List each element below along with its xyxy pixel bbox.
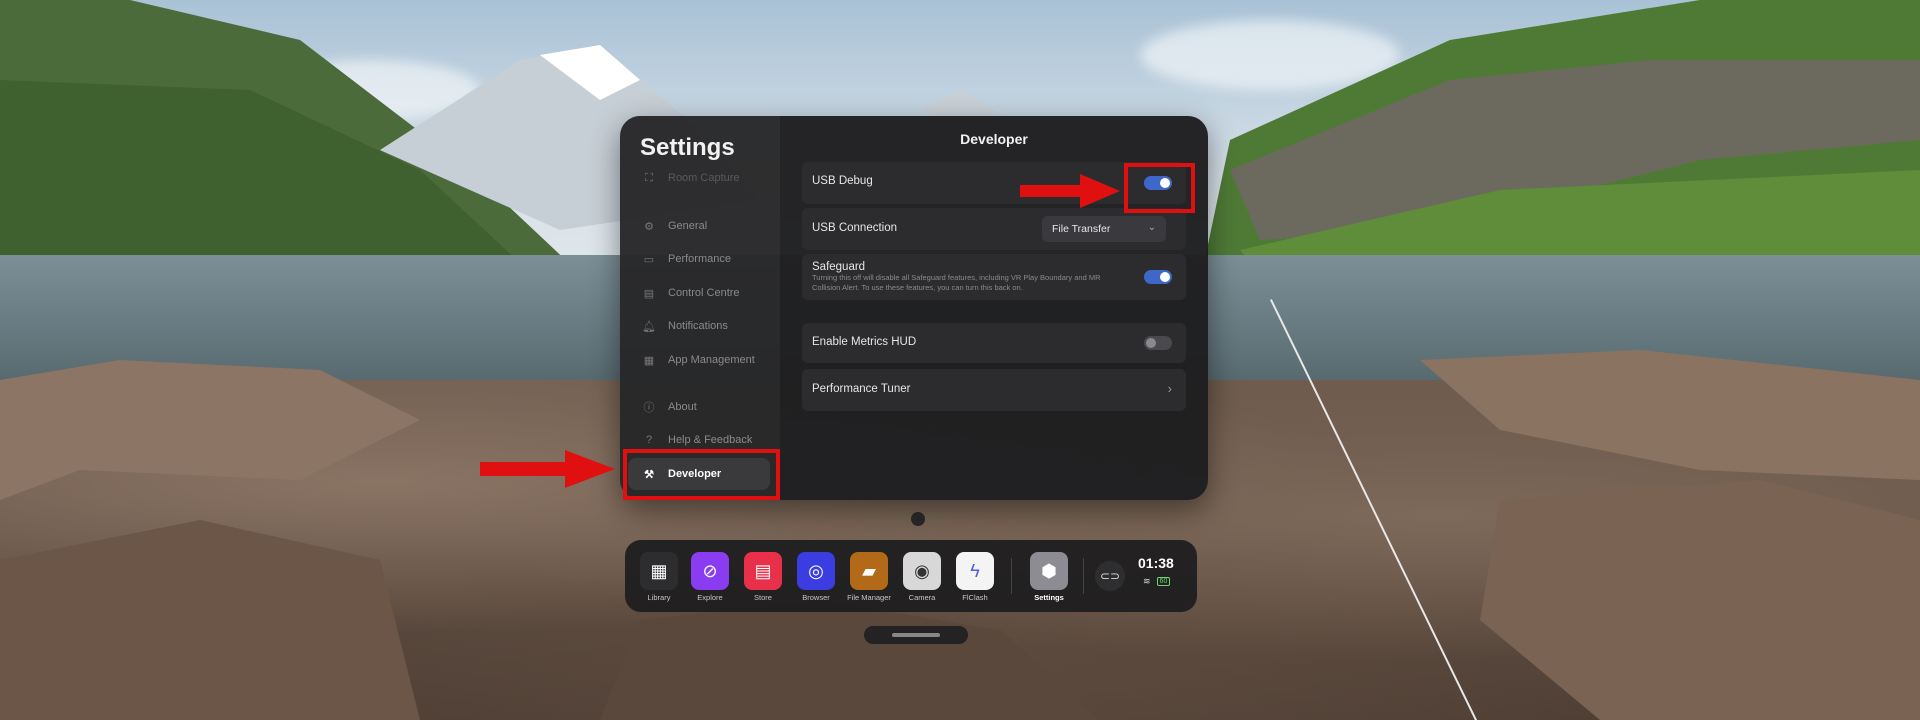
- store-icon: ▤: [744, 552, 782, 590]
- app-label: Settings: [1034, 593, 1064, 602]
- sidebar-item-room-capture[interactable]: ⛶ Room Capture: [628, 162, 770, 194]
- safeguard-description: Turning this off will disable all Safegu…: [812, 273, 1101, 292]
- sidebar-item-label: Control Centre: [668, 287, 740, 299]
- safeguard-row: Safeguard Turning this off will disable …: [802, 254, 1186, 300]
- browser-icon: ◎: [797, 552, 835, 590]
- status-indicators: ≋ 60: [1143, 576, 1171, 587]
- sidebar-item-performance[interactable]: ▭ Performance: [628, 243, 770, 275]
- sidebar-item-about[interactable]: ⓘ About: [628, 391, 770, 423]
- flclash-icon: ϟ: [956, 552, 994, 590]
- dock-app-settings[interactable]: ⬢ Settings: [1027, 552, 1071, 602]
- performance-icon: ▭: [643, 253, 655, 266]
- bell-icon: 🔔︎: [642, 320, 656, 333]
- info-icon: ⓘ: [643, 402, 655, 414]
- app-label: Camera: [908, 593, 936, 602]
- dock-app-camera[interactable]: ◉ Camera: [900, 552, 944, 602]
- app-label: File Manager: [847, 593, 891, 602]
- library-icon: ▦: [640, 552, 678, 590]
- toggle-knob: [1160, 272, 1170, 282]
- dock-app-explore[interactable]: ⊘ Explore: [688, 552, 732, 602]
- window-anchor: [911, 512, 925, 526]
- camera-icon: ◉: [903, 552, 941, 590]
- chevron-right-icon: ›: [1167, 381, 1172, 396]
- performance-tuner-row[interactable]: Performance Tuner ›: [802, 369, 1186, 411]
- clock: 01:38: [1138, 555, 1174, 571]
- folder-icon: ▰: [850, 552, 888, 590]
- app-label: Browser: [802, 593, 830, 602]
- dock-app-browser[interactable]: ◎ Browser: [794, 552, 838, 602]
- dock-divider: [1083, 558, 1084, 594]
- sidebar-item-general[interactable]: ⚙ General: [628, 210, 770, 242]
- dock-app-store[interactable]: ▤ Store: [741, 552, 785, 602]
- toggle-knob: [1146, 338, 1156, 348]
- dock-app-file-manager[interactable]: ▰ File Manager: [847, 552, 891, 602]
- explore-icon: ⊘: [691, 552, 729, 590]
- arrow-right-icon: [1020, 174, 1120, 208]
- settings-icon: ⬢: [1030, 552, 1068, 590]
- usb-connection-row: USB Connection File Transfer ⌄: [802, 208, 1186, 250]
- sidebar-item-app-management[interactable]: ▦ App Management: [628, 344, 770, 376]
- help-icon: ?: [645, 434, 653, 446]
- performance-tuner-label: Performance Tuner: [812, 383, 911, 395]
- sidebar-item-notifications[interactable]: 🔔︎ Notifications: [628, 310, 770, 342]
- usb-connection-label: USB Connection: [812, 222, 898, 234]
- wifi-icon: ≋: [1143, 576, 1151, 586]
- highlight-usb-debug: [1124, 163, 1195, 213]
- dock-drag-handle[interactable]: [864, 626, 968, 644]
- dock-app-library[interactable]: ▦ Library: [637, 552, 681, 602]
- sidebar-item-control-centre[interactable]: ▤ Control Centre: [628, 277, 770, 309]
- app-label: Explore: [697, 593, 723, 602]
- sidebar-item-label: Help & Feedback: [668, 434, 753, 446]
- safeguard-label: Safeguard: [812, 261, 866, 273]
- app-label: Store: [754, 593, 772, 602]
- page-title: Settings: [640, 134, 735, 161]
- section-title: Developer: [960, 131, 1028, 147]
- sidebar-item-label: General: [668, 220, 708, 232]
- highlight-developer: [623, 449, 780, 500]
- dock: ▦ Library ⊘ Explore ▤ Store ◎ Browser ▰ …: [625, 540, 1197, 612]
- metrics-hud-row: Enable Metrics HUD: [802, 323, 1186, 363]
- battery-icon: 60: [1156, 577, 1171, 586]
- sidebar-item-label: App Management: [668, 354, 755, 366]
- metrics-hud-toggle[interactable]: [1144, 336, 1172, 350]
- safeguard-toggle[interactable]: [1144, 270, 1172, 284]
- sidebar-item-label: Performance: [668, 253, 731, 265]
- sidebar-item-label: About: [668, 401, 697, 413]
- app-label: FlClash: [962, 593, 988, 602]
- metrics-hud-label: Enable Metrics HUD: [812, 336, 917, 348]
- usb-connection-select[interactable]: File Transfer ⌄: [1042, 216, 1166, 242]
- control-centre-icon: ▤: [643, 287, 655, 300]
- usb-connection-value: File Transfer: [1052, 223, 1111, 235]
- room-capture-icon: ⛶: [645, 171, 653, 184]
- arrow-right-icon: [480, 450, 615, 488]
- vr-headset-icon[interactable]: ⊂⊃: [1095, 561, 1125, 591]
- sidebar-item-label: Room Capture: [668, 172, 740, 184]
- app-label: Library: [647, 593, 671, 602]
- sidebar-item-label: Notifications: [668, 320, 728, 332]
- apps-grid-icon: ▦: [643, 354, 655, 367]
- chevron-down-icon: ⌄: [1147, 222, 1156, 233]
- gear-icon: ⚙: [644, 220, 654, 233]
- usb-debug-label: USB Debug: [812, 175, 873, 187]
- dock-app-flclash[interactable]: ϟ FlClash: [953, 552, 997, 602]
- dock-divider: [1011, 558, 1012, 594]
- settings-sidebar: Settings ⛶ Room Capture ⚙ General ▭ Perf…: [620, 116, 780, 500]
